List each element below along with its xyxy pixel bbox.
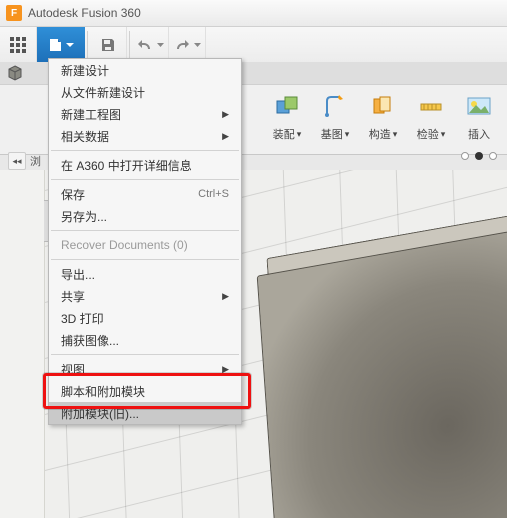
tool-label: 插入 xyxy=(468,126,490,142)
insert-icon xyxy=(465,93,493,121)
menu-item-label: Recover Documents (0) xyxy=(61,238,188,252)
menu-item[interactable]: 附加模块(旧)... xyxy=(49,402,241,424)
menu-item-label: 从文件新建设计 xyxy=(61,84,145,101)
grid-view-button[interactable] xyxy=(0,27,37,63)
menu-item[interactable]: 捕获图像... xyxy=(49,329,241,351)
app-icon: F xyxy=(6,5,22,21)
workspace-button[interactable] xyxy=(4,62,26,84)
menu-item[interactable]: 另存为... xyxy=(49,205,241,227)
menu-item[interactable]: 共享 ▶ xyxy=(49,285,241,307)
menu-item[interactable]: 保存 Ctrl+S xyxy=(49,183,241,205)
chevron-down-icon xyxy=(157,42,164,49)
menu-item-label: 新建设计 xyxy=(61,62,109,79)
menu-item-label: 脚本和附加模块 xyxy=(61,383,145,400)
grid-icon xyxy=(10,37,26,53)
tool-label: 装配 xyxy=(273,126,295,142)
menu-item-label: 共享 xyxy=(61,288,85,305)
status-dot xyxy=(475,152,483,160)
chevron-down-icon: ▾ xyxy=(345,129,350,140)
menu-item-label: 3D 打印 xyxy=(61,310,104,327)
tool-construct[interactable]: 构造▾ xyxy=(359,90,407,142)
menu-item[interactable]: 脚本和附加模块 xyxy=(49,380,241,402)
ribbon-tools: 装配▾ 基图▾ 构造▾ 检验▾ 插入 xyxy=(263,90,503,142)
undo-icon xyxy=(137,38,155,52)
chevron-down-icon: ▾ xyxy=(297,129,302,140)
menu-item-label: 相关数据 xyxy=(61,128,109,145)
menu-shortcut: Ctrl+S xyxy=(198,188,229,200)
tool-assembly[interactable]: 装配▾ xyxy=(263,90,311,142)
menu-item[interactable]: 在 A360 中打开详细信息 xyxy=(49,154,241,176)
tool-label: 基图 xyxy=(321,126,343,142)
menu-item[interactable]: 3D 打印 xyxy=(49,307,241,329)
menu-item[interactable]: 从文件新建设计 xyxy=(49,81,241,103)
tool-sketch[interactable]: 基图▾ xyxy=(311,90,359,142)
menu-item: Recover Documents (0) xyxy=(49,234,241,256)
menu-separator xyxy=(51,230,239,231)
chevron-right-icon: ▶ xyxy=(222,109,229,120)
tool-inspect[interactable]: 检验▾ xyxy=(407,90,455,142)
app-title: Autodesk Fusion 360 xyxy=(28,6,141,20)
file-icon xyxy=(48,37,64,53)
redo-icon xyxy=(174,38,192,52)
browser-back-button[interactable]: ◂◂ xyxy=(8,152,26,170)
status-dot xyxy=(461,152,469,160)
construct-icon xyxy=(369,93,397,121)
sketch-icon xyxy=(321,93,349,121)
chevron-right-icon: ▶ xyxy=(222,364,229,375)
menu-separator xyxy=(51,150,239,151)
menu-item[interactable]: 新建工程图 ▶ xyxy=(49,103,241,125)
menu-item[interactable]: 新建设计 xyxy=(49,59,241,81)
title-bar: F Autodesk Fusion 360 xyxy=(0,0,507,27)
menu-separator xyxy=(51,259,239,260)
menu-item-label: 另存为... xyxy=(61,208,107,225)
menu-item-label: 捕获图像... xyxy=(61,332,119,349)
menu-item-label: 附加模块(旧)... xyxy=(61,405,139,422)
menu-item[interactable]: 导出... xyxy=(49,263,241,285)
menu-item[interactable]: 相关数据 ▶ xyxy=(49,125,241,147)
tool-insert[interactable]: 插入 xyxy=(455,90,503,142)
chevron-right-icon: ▶ xyxy=(222,131,229,142)
menu-separator xyxy=(51,354,239,355)
save-icon xyxy=(100,37,116,53)
menu-item-label: 在 A360 中打开详细信息 xyxy=(61,157,192,174)
browser-label: 浏 xyxy=(30,153,41,169)
tool-label: 检验 xyxy=(417,126,439,142)
menu-item-label: 视图 xyxy=(61,361,85,378)
chevron-down-icon xyxy=(194,42,201,49)
menu-item-label: 新建工程图 xyxy=(61,106,121,123)
app-window: F Autodesk Fusion 360 xyxy=(0,0,507,518)
inspect-icon xyxy=(417,93,445,121)
menu-item[interactable]: 视图 ▶ xyxy=(49,358,241,380)
chevron-right-icon: ▶ xyxy=(222,291,229,302)
browser-panel[interactable] xyxy=(0,170,45,518)
file-dropdown-menu: 新建设计从文件新建设计新建工程图 ▶ 相关数据 ▶ 在 A360 中打开详细信息保存 Ct… xyxy=(48,58,242,425)
browser-nav: ◂◂ 浏 xyxy=(8,152,41,170)
status-indicators xyxy=(461,152,497,160)
chevron-down-icon xyxy=(66,41,74,49)
menu-separator xyxy=(51,179,239,180)
chevron-down-icon: ▾ xyxy=(393,129,398,140)
menu-item-label: 导出... xyxy=(61,266,95,283)
tool-label: 构造 xyxy=(369,126,391,142)
status-dot xyxy=(489,152,497,160)
chevron-down-icon: ▾ xyxy=(441,129,446,140)
cube-icon xyxy=(7,65,23,81)
assembly-icon xyxy=(273,93,301,121)
menu-item-label: 保存 xyxy=(61,186,85,203)
